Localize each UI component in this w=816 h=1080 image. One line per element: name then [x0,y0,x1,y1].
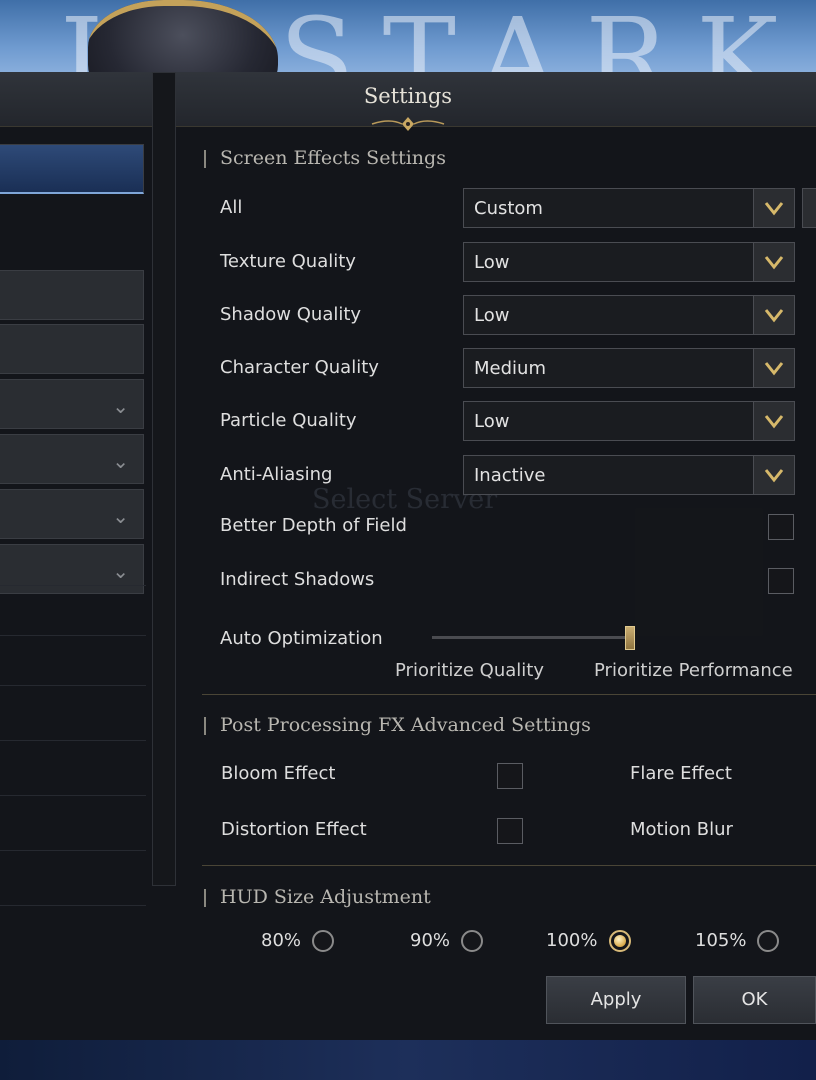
dropdown-value: Medium [474,358,546,379]
ok-button[interactable]: OK [693,976,816,1024]
character-quality-label: Character Quality [220,357,379,378]
bloom-effect-checkbox[interactable] [497,763,523,789]
hud-105-radio[interactable] [757,930,779,952]
anti-aliasing-label: Anti-Aliasing [220,464,333,485]
chevron-down-icon: ⌄ [112,394,129,418]
flare-effect-label: Flare Effect [630,763,732,784]
nav-item-1[interactable] [0,144,144,194]
dropdown-toggle[interactable] [753,296,794,334]
auto-optimization-label: Auto Optimization [220,628,383,649]
post-processing-section-title: Post Processing FX Advanced Settings [204,714,591,736]
chevron-down-icon [764,256,784,270]
dropdown-toggle[interactable] [753,349,794,387]
texture-quality-dropdown[interactable]: Low [463,242,795,282]
nav-scrollbar[interactable] [152,72,176,886]
particle-quality-label: Particle Quality [220,410,357,431]
ornament-icon [371,117,445,131]
all-extra-button[interactable] [802,188,816,228]
background-bottom [0,1040,816,1080]
chevron-down-icon: ⌄ [112,449,129,473]
background-art: LOSTARK [0,0,816,80]
dropdown-toggle[interactable] [753,402,794,440]
chevron-down-icon [764,202,784,216]
particle-quality-dropdown[interactable]: Low [463,401,795,441]
all-dropdown[interactable]: Custom [463,188,795,228]
chevron-down-icon: ⌄ [112,504,129,528]
better-depth-of-field-label: Better Depth of Field [220,515,407,536]
section-divider [202,865,816,866]
nav-item-3[interactable] [0,324,144,374]
hud-90-label: 90% [410,930,451,951]
shadow-quality-dropdown[interactable]: Low [463,295,795,335]
apply-button[interactable]: Apply [546,976,686,1024]
dialog-title: Settings [363,84,453,108]
nav-item-7[interactable]: ⌄ [0,544,144,594]
nav-item-2[interactable] [0,270,144,320]
distortion-effect-label: Distortion Effect [221,819,367,840]
indirect-shadows-checkbox[interactable] [768,568,794,594]
all-label: All [220,197,243,218]
prioritize-performance-label: Prioritize Performance [594,660,793,681]
section-divider [202,694,816,695]
better-depth-of-field-checkbox[interactable] [768,514,794,540]
character-quality-dropdown[interactable]: Medium [463,348,795,388]
dropdown-value: Custom [474,198,543,219]
dropdown-value: Low [474,252,510,273]
chevron-down-icon [764,362,784,376]
chevron-down-icon [764,309,784,323]
indirect-shadows-label: Indirect Shadows [220,569,375,590]
prioritize-quality-label: Prioritize Quality [395,660,544,681]
dropdown-value: Inactive [474,465,546,486]
auto-optimization-slider-handle[interactable] [625,626,635,650]
nav-item-4[interactable]: ⌄ [0,379,144,429]
dropdown-toggle[interactable] [753,189,794,227]
hud-105-label: 105% [695,930,747,951]
shadow-quality-label: Shadow Quality [220,304,362,325]
chevron-down-icon [764,415,784,429]
screen-effects-section-title: Screen Effects Settings [204,147,446,169]
hud-100-radio[interactable] [609,930,631,952]
nav-item-5[interactable]: ⌄ [0,434,144,484]
dropdown-toggle[interactable] [753,456,794,494]
dropdown-value: Low [474,305,510,326]
bloom-effect-label: Bloom Effect [221,763,336,784]
motion-blur-label: Motion Blur [630,819,733,840]
nav-item-6[interactable]: ⌄ [0,489,144,539]
auto-optimization-slider-track[interactable] [432,636,630,639]
dropdown-toggle[interactable] [753,243,794,281]
hud-90-radio[interactable] [461,930,483,952]
hud-80-radio[interactable] [312,930,334,952]
dropdown-value: Low [474,411,510,432]
hud-80-label: 80% [261,930,302,951]
chevron-down-icon: ⌄ [112,559,129,583]
distortion-effect-checkbox[interactable] [497,818,523,844]
texture-quality-label: Texture Quality [220,251,356,272]
anti-aliasing-dropdown[interactable]: Inactive [463,455,795,495]
hud-100-label: 100% [546,930,598,951]
hud-size-section-title: HUD Size Adjustment [204,886,431,908]
chevron-down-icon [764,469,784,483]
